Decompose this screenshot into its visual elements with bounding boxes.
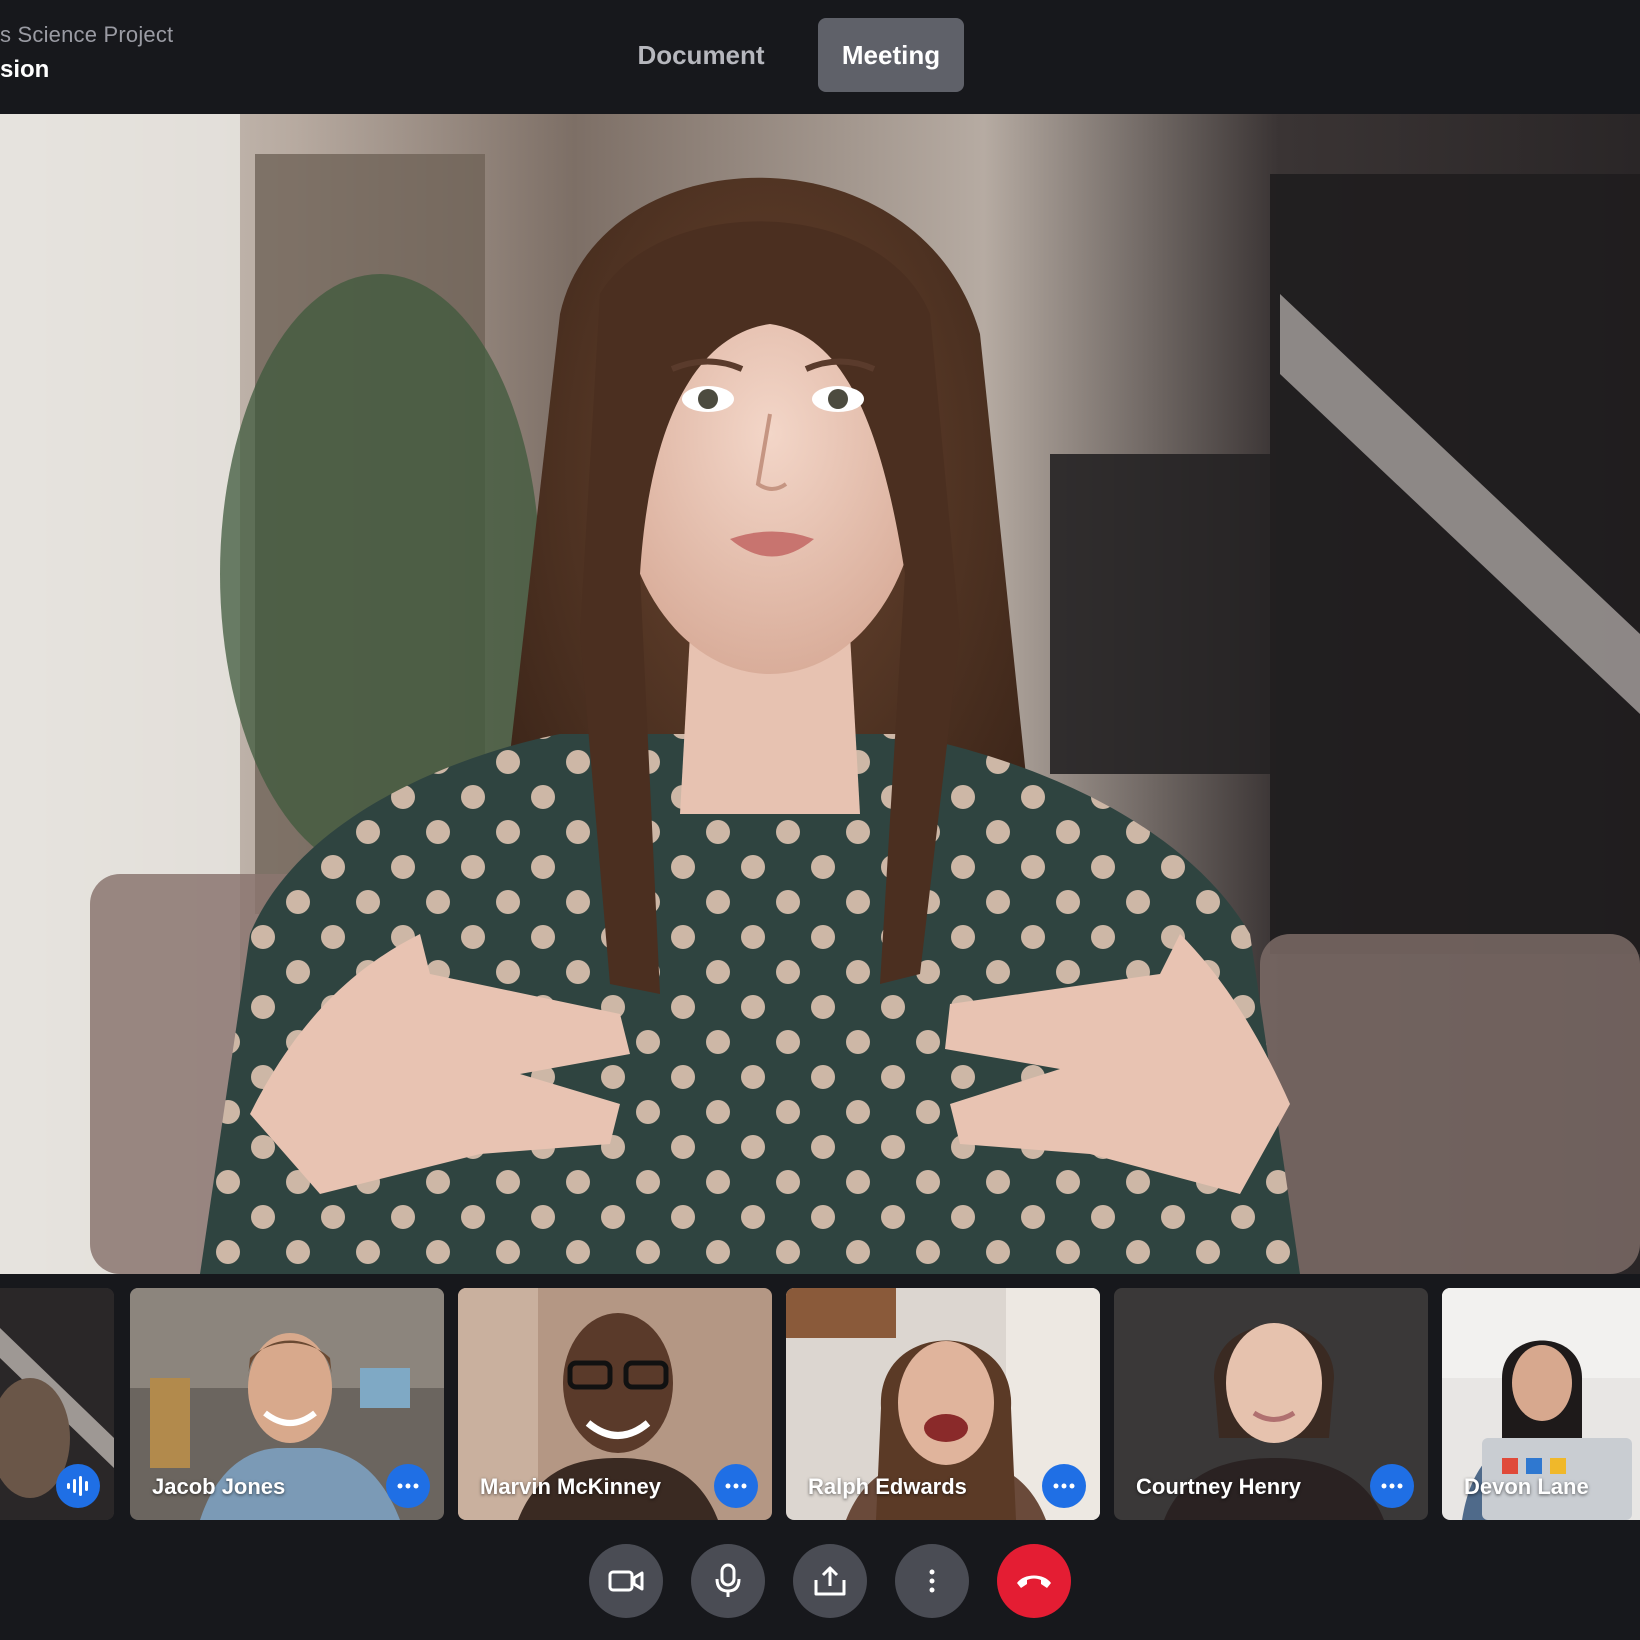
share-screen-icon[interactable] [793,1544,867,1618]
video-camera-icon[interactable] [589,1544,663,1618]
top-bar: s Science Project sion Document Meeting [0,0,1640,115]
participant-tile[interactable]: Devon Lane [1442,1288,1640,1520]
more-dots-icon[interactable] [1370,1464,1414,1508]
more-dots-icon[interactable] [386,1464,430,1508]
participant-tile[interactable] [0,1288,114,1520]
project-info: s Science Project sion [0,22,220,84]
participant-name: Ralph Edwards [808,1474,967,1499]
more-dots-icon[interactable] [1042,1464,1086,1508]
end-call-icon[interactable] [997,1544,1071,1618]
call-controls [0,1532,1640,1640]
tab-document[interactable]: Document [612,18,790,92]
participant-name: Courtney Henry [1136,1474,1302,1499]
more-dots-icon[interactable] [714,1464,758,1508]
participant-tile[interactable]: Courtney Henry [1114,1288,1428,1520]
main-speaker-video [0,114,1640,1274]
participant-tile[interactable]: Marvin McKinney [458,1288,772,1520]
microphone-icon[interactable] [691,1544,765,1618]
participant-name: Marvin McKinney [480,1474,661,1499]
participant-tile[interactable]: Jacob Jones [130,1288,444,1520]
audio-wave-icon[interactable] [56,1464,100,1508]
project-subtitle: s Science Project [0,22,174,47]
participant-name: Jacob Jones [152,1474,286,1499]
participant-name: Devon Lane [1464,1474,1589,1499]
video-meeting-app: s Science Project sion Document Meeting [0,0,1640,1640]
participant-tile[interactable]: Ralph Edwards [786,1288,1100,1520]
speaker-video-frame [0,114,1640,1274]
more-options-icon[interactable] [895,1544,969,1618]
project-title: sion [0,56,50,83]
tab-meeting[interactable]: Meeting [818,18,964,92]
participants-strip: Jacob Jones Marvin McKinney Ralph Edward… [0,1274,1640,1532]
